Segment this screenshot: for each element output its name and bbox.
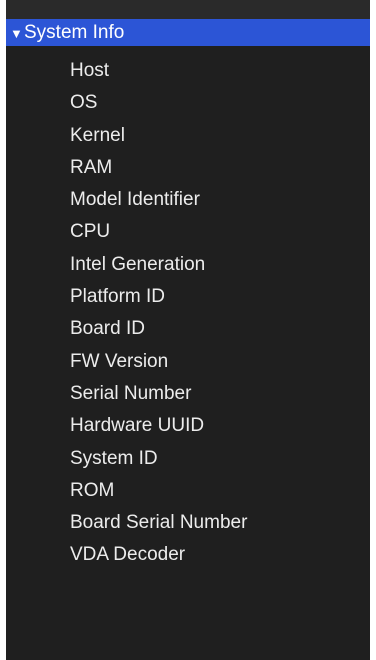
list-item-cpu[interactable]: CPU [6, 216, 370, 248]
section-title: System Info [24, 21, 125, 43]
list-item-kernel[interactable]: Kernel [6, 120, 370, 152]
items-container: Host OS Kernel RAM Model Identifier CPU … [6, 46, 370, 572]
list-item-platform-id[interactable]: Platform ID [6, 281, 370, 313]
list-item-vda-decoder[interactable]: VDA Decoder [6, 539, 370, 571]
list-item-os[interactable]: OS [6, 87, 370, 119]
system-info-list: Host OS Kernel RAM Model Identifier CPU … [6, 55, 370, 572]
list-item-system-id[interactable]: System ID [6, 443, 370, 475]
list-item-rom[interactable]: ROM [6, 475, 370, 507]
top-strip [6, 0, 370, 19]
system-info-panel: ▼ System Info Host OS Kernel RAM Model I… [6, 0, 370, 660]
list-item-board-serial-number[interactable]: Board Serial Number [6, 507, 370, 539]
list-item-board-id[interactable]: Board ID [6, 313, 370, 345]
list-item-model-identifier[interactable]: Model Identifier [6, 184, 370, 216]
list-item-host[interactable]: Host [6, 55, 370, 87]
list-item-intel-generation[interactable]: Intel Generation [6, 249, 370, 281]
list-item-serial-number[interactable]: Serial Number [6, 378, 370, 410]
list-item-hardware-uuid[interactable]: Hardware UUID [6, 410, 370, 442]
list-item-ram[interactable]: RAM [6, 152, 370, 184]
list-item-fw-version[interactable]: FW Version [6, 346, 370, 378]
disclosure-triangle-icon[interactable]: ▼ [10, 27, 24, 40]
system-info-section-header[interactable]: ▼ System Info [6, 19, 370, 46]
